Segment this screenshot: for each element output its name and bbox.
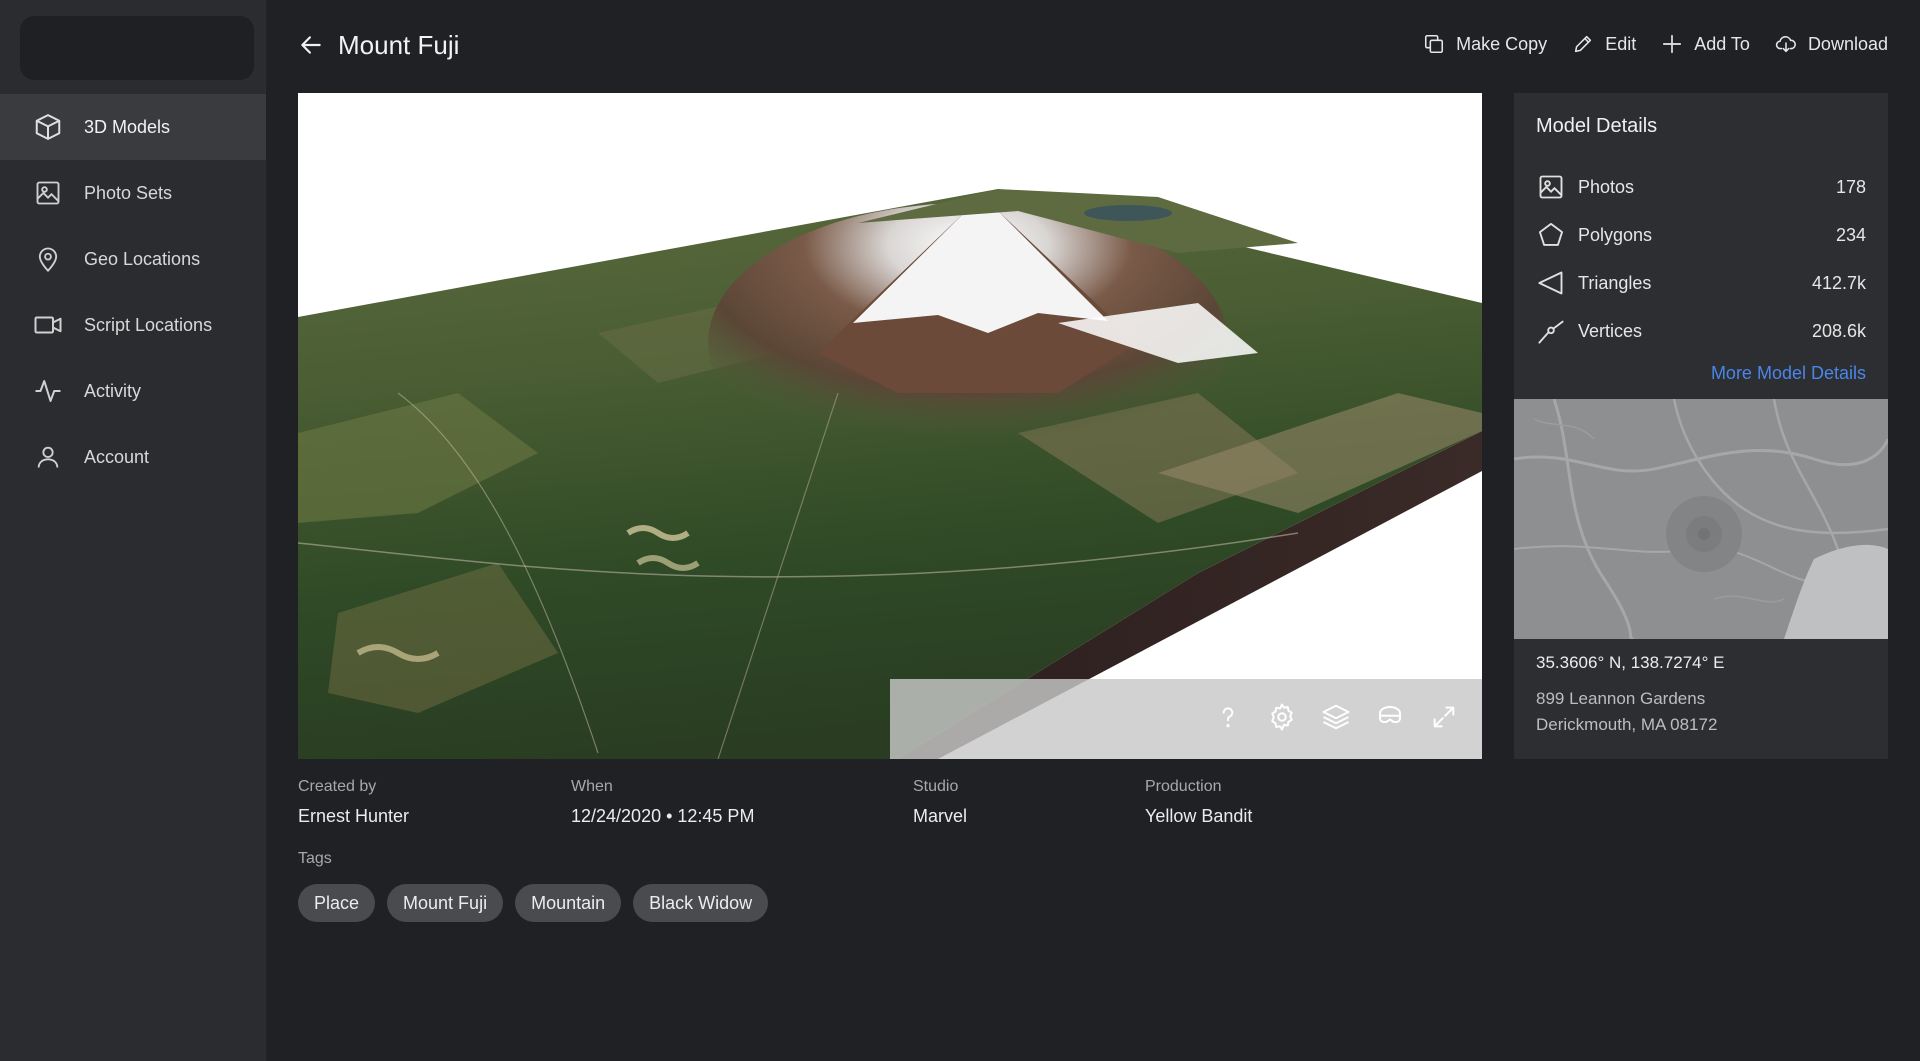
settings-icon bbox=[1267, 702, 1297, 737]
fullscreen-button[interactable] bbox=[1428, 703, 1460, 735]
add-to-label: Add To bbox=[1694, 33, 1750, 54]
download-label: Download bbox=[1807, 33, 1888, 54]
location-coordinates: 35.3606° N, 138.7274° E bbox=[1536, 653, 1725, 672]
sidebar-item-geo-locations[interactable]: Geo Locations bbox=[0, 226, 266, 292]
expand-icon bbox=[1430, 703, 1458, 736]
address-line-2: Derickmouth, MA 08172 bbox=[1536, 715, 1718, 734]
sidebar-item-label: Photo Sets bbox=[84, 182, 173, 203]
meta-label: Production bbox=[1145, 778, 1222, 795]
meta-label: Created by bbox=[298, 778, 377, 795]
tag-chip[interactable]: Mount Fuji bbox=[387, 884, 504, 922]
sidebar-nav: 3D Models Photo Sets Geo Locations Scrip… bbox=[0, 94, 266, 490]
app-root: 3D Models Photo Sets Geo Locations Scrip… bbox=[0, 0, 1920, 1061]
meta-value: Marvel bbox=[913, 806, 968, 826]
tags-label: Tags bbox=[298, 850, 332, 867]
sidebar-item-label: Script Locations bbox=[84, 314, 213, 335]
download-button[interactable]: Download bbox=[1774, 32, 1888, 56]
make-copy-button[interactable]: Make Copy bbox=[1422, 32, 1547, 56]
meta-value: Ernest Hunter bbox=[298, 806, 410, 826]
stat-name: Photos bbox=[1578, 176, 1635, 197]
stat-name: Polygons bbox=[1578, 224, 1653, 245]
panel-title: Model Details bbox=[1536, 115, 1658, 137]
add-to-button[interactable]: Add To bbox=[1660, 32, 1750, 56]
user-icon bbox=[32, 441, 64, 473]
terrain-model-render bbox=[298, 189, 1482, 759]
layers-icon bbox=[1321, 702, 1351, 737]
make-copy-label: Make Copy bbox=[1456, 33, 1548, 54]
page-header: Mount Fuji Make Copy Edit Add To Downloa… bbox=[266, 0, 1920, 94]
stat-row-polygons: Polygons 234 bbox=[1536, 211, 1866, 259]
settings-button[interactable] bbox=[1266, 703, 1298, 735]
sidebar-item-label: Activity bbox=[84, 380, 142, 401]
vr-view-button[interactable] bbox=[1374, 703, 1406, 735]
meta-value: 12/24/2020 • 12:45 PM bbox=[571, 806, 755, 826]
vr-headset-icon bbox=[1375, 702, 1405, 737]
sidebar-item-account[interactable]: Account bbox=[0, 424, 266, 490]
stat-name: Vertices bbox=[1578, 320, 1643, 341]
sidebar-item-3d-models[interactable]: 3D Models bbox=[0, 94, 266, 160]
sidebar-item-label: Account bbox=[84, 446, 150, 467]
edit-label: Edit bbox=[1605, 33, 1637, 54]
cube-icon bbox=[32, 111, 64, 143]
edit-button[interactable]: Edit bbox=[1571, 32, 1636, 56]
copy-icon bbox=[1422, 32, 1446, 56]
image-icon bbox=[1536, 172, 1566, 202]
meta-studio: Studio Marvel bbox=[913, 778, 967, 827]
stat-value: 208.6k bbox=[1811, 320, 1866, 341]
image-icon bbox=[32, 177, 64, 209]
plus-icon bbox=[1660, 32, 1684, 56]
vertex-icon bbox=[1536, 316, 1566, 346]
meta-production: Production Yellow Bandit bbox=[1145, 778, 1252, 827]
video-camera-icon bbox=[32, 309, 64, 341]
triangle-icon bbox=[1536, 268, 1566, 298]
map-pin-icon bbox=[32, 243, 64, 275]
logo-placeholder[interactable] bbox=[20, 16, 254, 80]
help-icon bbox=[1215, 703, 1241, 736]
model-viewer[interactable] bbox=[298, 93, 1482, 759]
layers-button[interactable] bbox=[1320, 703, 1352, 735]
back-button[interactable] bbox=[296, 32, 326, 62]
tag-chip[interactable]: Mountain bbox=[515, 884, 622, 922]
arrow-left-icon bbox=[298, 32, 324, 63]
location-map[interactable] bbox=[1514, 399, 1888, 639]
stat-value: 412.7k bbox=[1811, 272, 1866, 293]
page-title: Mount Fuji bbox=[338, 30, 460, 60]
stat-row-vertices: Vertices 208.6k bbox=[1536, 307, 1866, 355]
help-button[interactable] bbox=[1212, 703, 1244, 735]
tag-chip[interactable]: Place bbox=[298, 884, 376, 922]
tag-chip[interactable]: Black Widow bbox=[633, 884, 769, 922]
cloud-download-icon bbox=[1774, 32, 1798, 56]
meta-created-by: Created by Ernest Hunter bbox=[298, 778, 409, 827]
stat-value: 234 bbox=[1835, 224, 1866, 245]
tag-list: Place Mount Fuji Mountain Black Widow bbox=[298, 884, 769, 922]
stat-value: 178 bbox=[1835, 176, 1866, 197]
model-details-panel: Model Details Photos 178 Polygons 234 Tr… bbox=[1514, 93, 1888, 759]
meta-when: When 12/24/2020 • 12:45 PM bbox=[571, 778, 754, 827]
sidebar-item-photo-sets[interactable]: Photo Sets bbox=[0, 160, 266, 226]
activity-icon bbox=[32, 375, 64, 407]
model-stats: Photos 178 Polygons 234 Triangles 412.7k bbox=[1536, 163, 1866, 355]
meta-label: When bbox=[571, 778, 613, 795]
sidebar-item-label: 3D Models bbox=[84, 116, 171, 137]
sidebar: 3D Models Photo Sets Geo Locations Scrip… bbox=[0, 0, 266, 1061]
more-model-details-link[interactable]: More Model Details bbox=[1711, 363, 1866, 384]
address-line-1: 899 Leannon Gardens bbox=[1536, 689, 1706, 708]
stat-row-triangles: Triangles 412.7k bbox=[1536, 259, 1866, 307]
meta-label: Studio bbox=[913, 778, 959, 795]
sidebar-item-activity[interactable]: Activity bbox=[0, 358, 266, 424]
header-actions: Make Copy Edit Add To Download bbox=[1422, 32, 1888, 56]
meta-value: Yellow Bandit bbox=[1145, 806, 1253, 826]
pencil-icon bbox=[1571, 32, 1595, 56]
viewer-toolbar bbox=[890, 679, 1482, 759]
stat-name: Triangles bbox=[1578, 272, 1652, 293]
sidebar-item-script-locations[interactable]: Script Locations bbox=[0, 292, 266, 358]
sidebar-item-label: Geo Locations bbox=[84, 248, 201, 269]
map-graphic bbox=[1514, 399, 1888, 639]
stat-row-photos: Photos 178 bbox=[1536, 163, 1866, 211]
pentagon-icon bbox=[1536, 220, 1566, 250]
